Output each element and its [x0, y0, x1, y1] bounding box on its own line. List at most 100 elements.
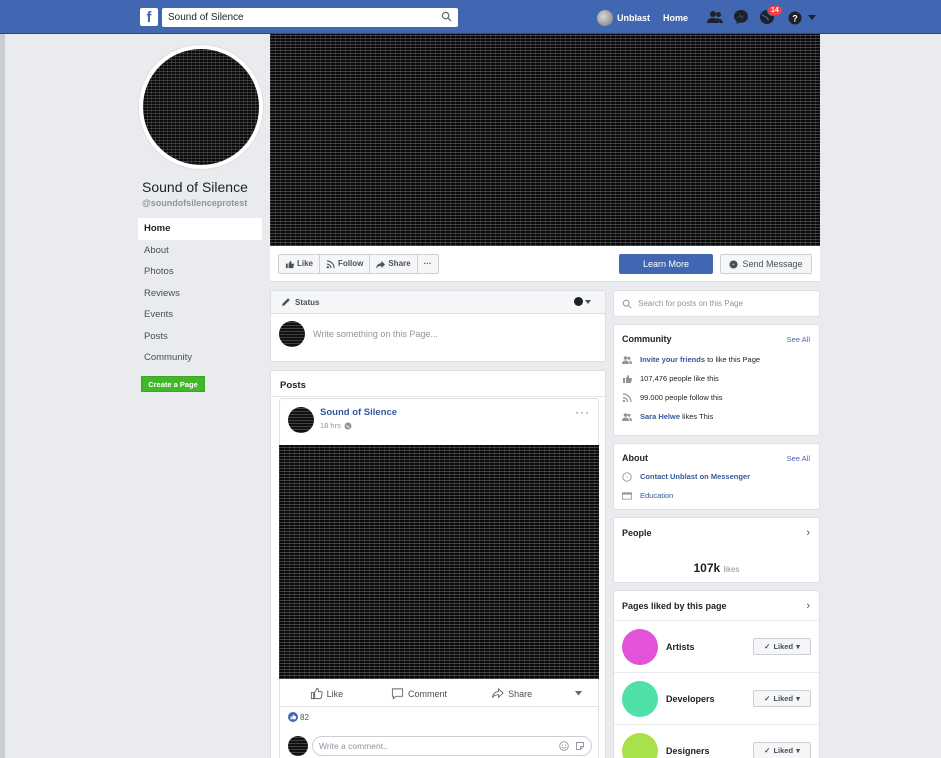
about-see-all-link[interactable]: See All	[787, 454, 810, 463]
sticker-icon[interactable]	[575, 741, 585, 751]
page-nav-item-community[interactable]: Community	[138, 347, 262, 369]
global-search-input[interactable]: Sound of Silence	[162, 8, 458, 27]
community-see-all-link[interactable]: See All	[787, 335, 810, 344]
category-link[interactable]: Education	[640, 491, 673, 500]
page-nav-item-photos[interactable]: Photos	[138, 261, 262, 283]
post-share-label: Share	[508, 688, 533, 699]
page-nav-item-home[interactable]: Home	[138, 218, 262, 240]
about-category-row: Education	[614, 486, 819, 505]
invite-friends-icon	[622, 355, 632, 365]
help-icon[interactable]: ?	[788, 11, 802, 25]
audience-selector[interactable]	[574, 297, 591, 306]
facebook-logo[interactable]: f	[140, 8, 158, 26]
rss-icon	[622, 392, 632, 403]
profile-picture[interactable]	[138, 44, 264, 170]
liked-page-item: Designers ✓ Liked ▾	[614, 724, 819, 758]
messenger-small-icon	[729, 259, 739, 269]
liked-page-item: Artists ✓ Liked ▾	[614, 620, 819, 672]
nav-profile-link[interactable]: Unblast	[597, 9, 650, 26]
follow-label: Follow	[338, 259, 364, 268]
invite-friends-link[interactable]: Invite your friends	[640, 355, 705, 364]
liked-toggle-button[interactable]: ✓ Liked ▾	[753, 742, 811, 758]
community-likes-text: 107,476 people like this	[640, 374, 719, 383]
post-like-button[interactable]: Like	[280, 687, 373, 700]
people-card: People › 107k likes	[613, 517, 820, 583]
people-title: People	[622, 528, 652, 538]
friend-name-link[interactable]: Sara Helwe	[640, 412, 680, 421]
thumbs-up-icon	[285, 260, 294, 268]
friend-likes-text: likes This	[680, 412, 714, 421]
more-actions-button[interactable]: ···	[418, 255, 438, 273]
chevron-right-icon: ›	[806, 600, 810, 612]
checkmark-icon: ✓	[764, 694, 771, 703]
friend-requests-icon[interactable]	[706, 8, 724, 26]
page-nav-item-events[interactable]: Events	[138, 304, 262, 326]
people-header[interactable]: People ›	[614, 518, 819, 539]
liked-page-name[interactable]: Designers	[666, 746, 753, 756]
chevron-right-icon: ›	[806, 527, 810, 539]
post-timestamp[interactable]: 18 hrs	[320, 421, 397, 430]
post-comment-label: Comment	[408, 688, 448, 699]
post-share-options[interactable]	[558, 691, 598, 696]
top-bar: f Sound of Silence Unblast Home 14 ?	[0, 0, 941, 34]
liked-page-avatar[interactable]	[622, 628, 658, 665]
page-nav-item-about[interactable]: About	[138, 240, 262, 262]
liked-toggle-button[interactable]: ✓ Liked ▾	[753, 638, 811, 655]
notifications-button[interactable]: 14	[758, 5, 783, 26]
search-icon[interactable]	[441, 11, 452, 22]
like-page-button[interactable]: Like	[279, 255, 321, 273]
liked-button-label: Liked	[773, 642, 794, 651]
svg-text:?: ?	[792, 14, 798, 24]
messenger-icon[interactable]	[732, 8, 750, 26]
contact-messenger-link[interactable]: Contact Unblast on Messenger	[640, 472, 750, 481]
nav-home-link[interactable]: Home	[663, 13, 688, 23]
about-card: About See All Contact Unblast on Messeng…	[613, 443, 820, 510]
like-label: Like	[297, 259, 314, 268]
page-nav-item-posts[interactable]: Posts	[138, 326, 262, 348]
follow-button[interactable]: Follow	[320, 255, 371, 273]
create-page-button[interactable]: Create a Page	[141, 376, 205, 392]
liked-page-name[interactable]: Artists	[666, 642, 753, 652]
page-search-input[interactable]: Search for posts on this Page	[613, 290, 820, 317]
post-author-link[interactable]: Sound of Silence	[320, 407, 397, 418]
post-comment-button[interactable]: Comment	[373, 687, 466, 700]
cover-photo[interactable]	[270, 34, 820, 246]
comment-composer: Write a comment..	[288, 736, 592, 756]
status-tab[interactable]: Status	[271, 291, 605, 314]
emoji-icon[interactable]	[559, 741, 569, 751]
comment-placeholder: Write a comment..	[319, 741, 388, 751]
post-image[interactable]	[279, 445, 599, 679]
people-count-value: 107k	[693, 561, 721, 575]
post-author-avatar[interactable]	[288, 407, 314, 433]
liked-toggle-button[interactable]: ✓ Liked ▾	[753, 690, 811, 707]
community-follows-row: 99.000 people follow this	[614, 388, 819, 407]
page-search-placeholder: Search for posts on this Page	[638, 299, 743, 308]
people-likes-count: 107k likes	[614, 539, 819, 575]
share-button[interactable]: Share	[370, 255, 418, 273]
reaction-summary[interactable]: 82	[288, 712, 309, 722]
post-card: Sound of Silence 18 hrs ··· Like Comment	[279, 398, 599, 758]
post-share-button[interactable]: Share	[465, 687, 558, 700]
audience-avatar	[574, 297, 583, 306]
community-likes-row: 107,476 people like this	[614, 369, 819, 388]
page-nav-item-reviews[interactable]: Reviews	[138, 283, 262, 305]
rss-icon	[326, 259, 335, 268]
reaction-count: 82	[300, 712, 309, 722]
help-menu[interactable]: ?	[788, 11, 816, 25]
page-handle[interactable]: @soundofsilenceprotest	[142, 198, 247, 208]
dropdown-caret-icon[interactable]	[808, 15, 816, 21]
nav-icons: 14	[706, 5, 783, 26]
liked-page-avatar[interactable]	[622, 680, 658, 717]
learn-more-button[interactable]: Learn More	[619, 254, 713, 274]
post-options-button[interactable]: ···	[575, 405, 590, 419]
send-message-button[interactable]: Send Message	[720, 254, 812, 274]
post-action-bar: Like Comment Share	[280, 681, 598, 707]
liked-page-avatar[interactable]	[622, 732, 658, 758]
liked-page-name[interactable]: Developers	[666, 694, 753, 704]
community-title: Community	[622, 334, 672, 344]
share-arrow-icon	[376, 260, 386, 269]
comment-input[interactable]: Write a comment..	[312, 736, 592, 756]
people-count-unit: likes	[723, 565, 740, 574]
liked-pages-header[interactable]: Pages liked by this page ›	[614, 591, 819, 620]
status-input[interactable]: Write something on this Page...	[313, 329, 438, 339]
